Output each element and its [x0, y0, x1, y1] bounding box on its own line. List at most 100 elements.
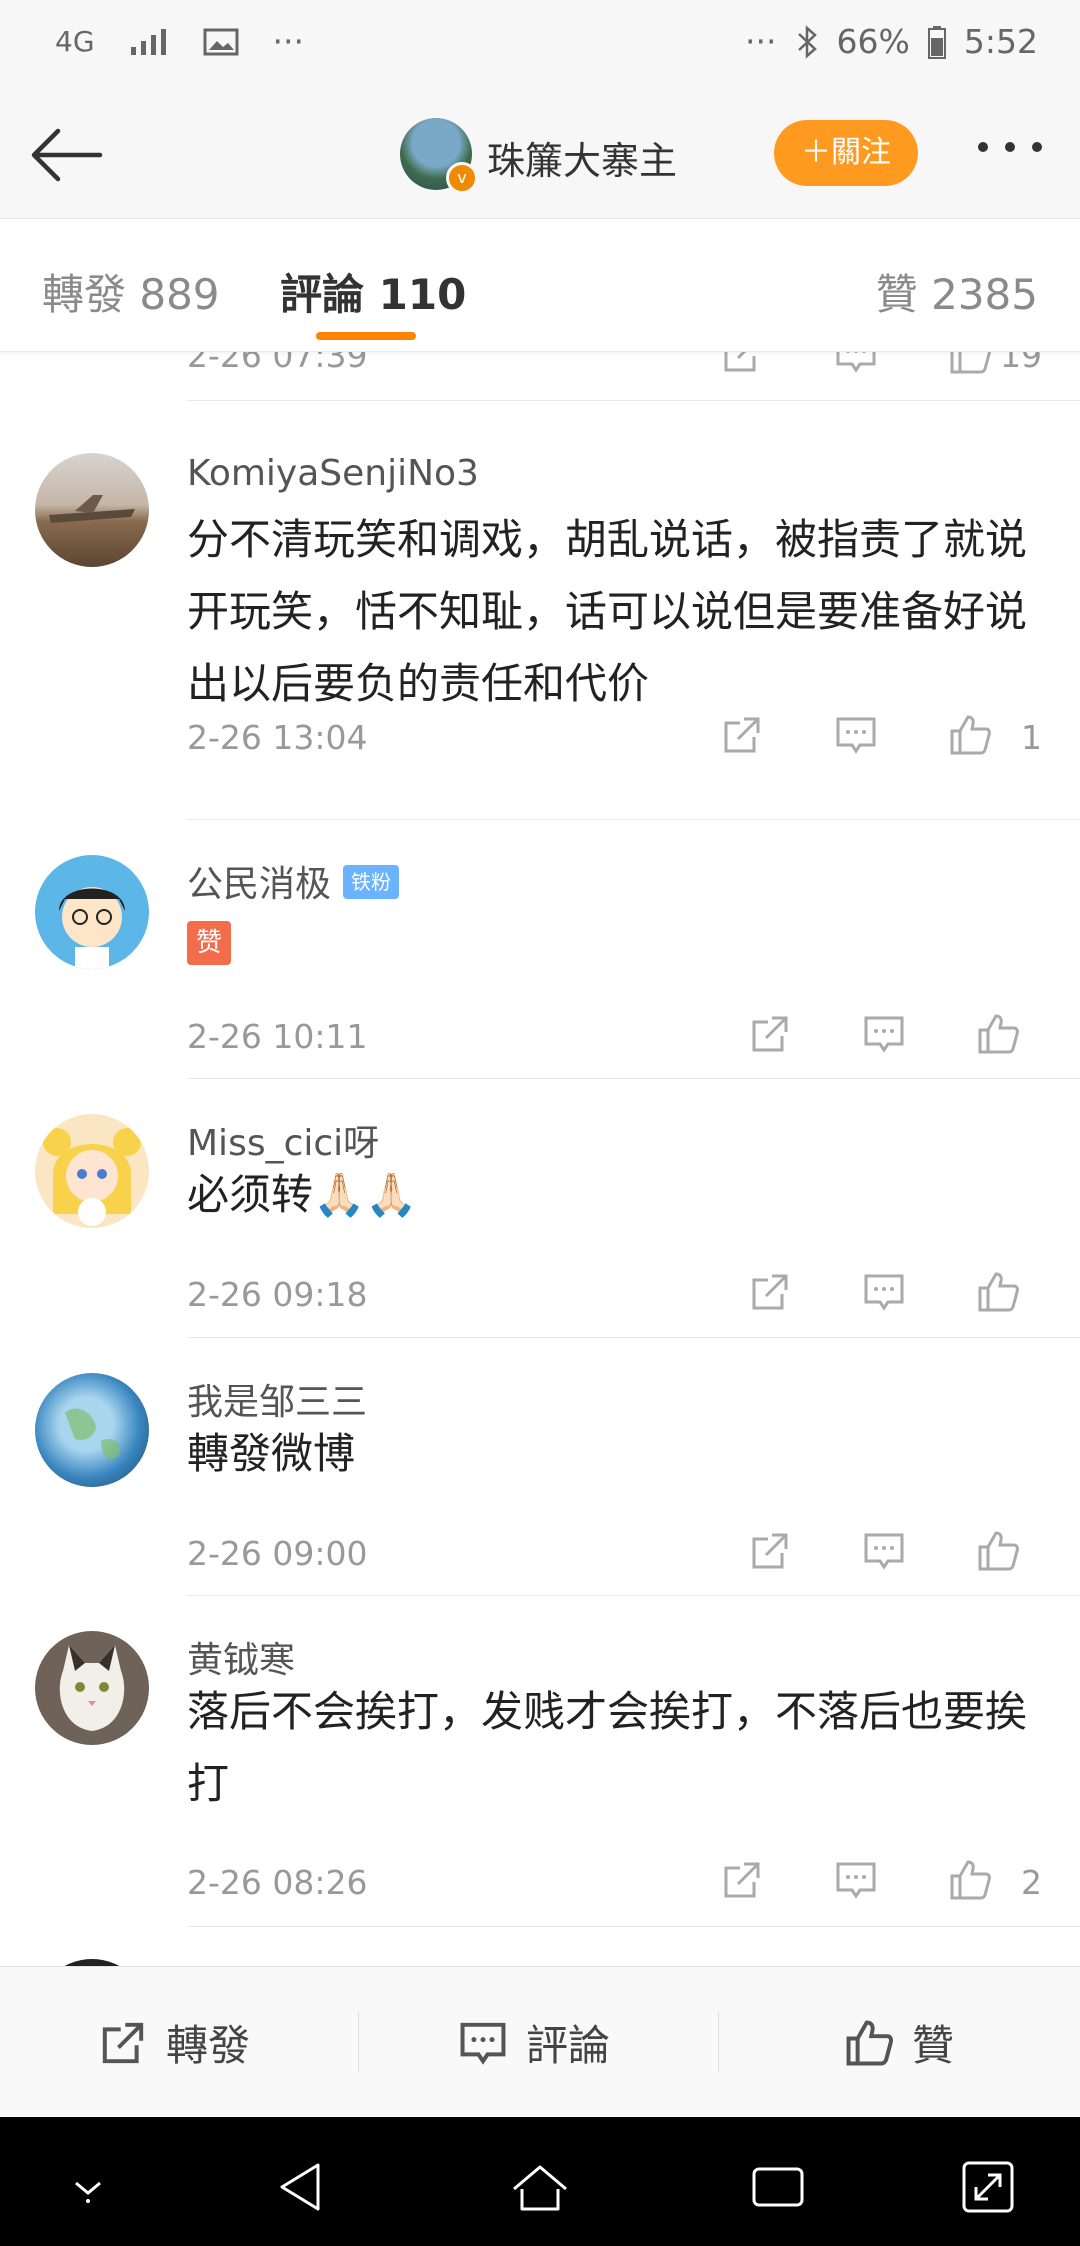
comment-time: 2-26 10:11	[187, 1017, 368, 1056]
username-text: 公民消极	[187, 864, 332, 905]
comment-icon[interactable]	[862, 1270, 906, 1314]
user-avatar-partial	[35, 1959, 149, 1966]
comment-icon	[460, 2022, 506, 2065]
comment-list[interactable]: 2-26 07:39 19 KomiyaSenjiNo3 分不清玩笑和调戏，胡乱…	[0, 351, 1080, 1966]
comment-actions	[720, 1529, 1080, 1579]
image-icon	[203, 27, 239, 57]
comment-item: 黄钺寒 落后不会挨打，发贱才会挨打，不落后也要挨打 2-26 08:26 2	[0, 1596, 1080, 1927]
author-name[interactable]: 珠簾大寨主	[487, 130, 677, 185]
comment-time: 2-26 09:18	[187, 1275, 368, 1314]
repost-icon[interactable]	[720, 713, 764, 757]
more-dot-icon	[978, 142, 988, 152]
separator	[718, 2012, 719, 2072]
comment-username[interactable]: KomiyaSenjiNo3	[187, 453, 479, 494]
separator	[358, 2012, 359, 2072]
nav-back-icon[interactable]	[272, 2157, 332, 2217]
fan-badge: 铁粉	[343, 865, 400, 899]
nav-home-icon[interactable]	[510, 2157, 570, 2217]
battery-percent: 66%	[836, 22, 910, 61]
repost-icon[interactable]	[720, 1858, 764, 1902]
anime-girl-icon	[43, 1128, 141, 1226]
like-label: 贊	[912, 2021, 955, 2070]
user-avatar[interactable]	[35, 1114, 149, 1228]
back-button[interactable]	[28, 120, 108, 190]
comment-icon[interactable]	[834, 713, 878, 757]
comment-content: 必须转🙏🏻🙏🏻	[187, 1170, 418, 1219]
user-avatar[interactable]	[35, 1631, 149, 1745]
like-icon[interactable]	[948, 1858, 992, 1902]
zan-emoji-icon: 赞	[187, 921, 231, 965]
notification-dots: ···	[272, 22, 304, 61]
like-button[interactable]: 贊	[844, 1967, 954, 2118]
tab-bar: 轉發 889 評論 110 贊 2385	[0, 219, 1080, 352]
like-count: 2	[1021, 1863, 1042, 1902]
comment-item-partial: 2-26 07:39 19	[0, 351, 1080, 416]
repost-icon[interactable]	[720, 351, 764, 376]
comment-actions	[720, 1012, 1080, 1062]
like-count: 19	[1000, 351, 1042, 375]
repost-icon[interactable]	[748, 1270, 792, 1314]
like-icon	[846, 2020, 893, 2065]
tab-comments[interactable]: 評論 110	[280, 261, 466, 322]
status-bar: 4G ··· ··· 66% 5:52	[0, 0, 1080, 92]
comment-item: Miss_cici呀 必须转🙏🏻🙏🏻 2-26 09:18	[0, 1079, 1080, 1338]
bluetooth-icon	[795, 24, 819, 59]
user-avatar[interactable]	[35, 453, 149, 567]
user-avatar[interactable]	[35, 1373, 149, 1487]
more-dot-icon	[1005, 142, 1015, 152]
comment-content: 分不清玩笑和调戏，胡乱说话，被指责了就说开玩笑，恬不知耻，话可以说但是要准备好说…	[187, 515, 1028, 708]
like-icon[interactable]	[948, 351, 992, 376]
comment-icon[interactable]	[834, 1858, 878, 1902]
comment-label: 評論	[526, 2021, 611, 2070]
comment-divider	[187, 1926, 1080, 1927]
comment-icon[interactable]	[862, 1529, 906, 1573]
back-arrow-icon	[31, 128, 103, 182]
follow-button[interactable]: ＋關注	[774, 120, 918, 186]
comment-item: KomiyaSenjiNo3 分不清玩笑和调戏，胡乱说话，被指责了就说开玩笑，恬…	[0, 416, 1080, 821]
system-navigation-bar	[0, 2117, 1080, 2246]
screen-rotate-icon[interactable]	[958, 2157, 1018, 2217]
comment-icon[interactable]	[834, 351, 878, 376]
comment-content: 赞	[187, 901, 1047, 973]
comment-button[interactable]: 評論	[458, 1967, 610, 2118]
user-avatar[interactable]	[35, 855, 149, 969]
active-tab-indicator	[316, 332, 416, 340]
repost-button[interactable]: 轉發	[98, 1967, 250, 2118]
repost-icon[interactable]	[748, 1529, 792, 1573]
tab-likes[interactable]: 贊 2385	[876, 261, 1038, 322]
more-status-dots: ···	[745, 22, 777, 61]
comment-username[interactable]: 公民消极 铁粉	[187, 855, 400, 907]
comment-icon[interactable]	[862, 1012, 906, 1056]
comment-content: 落后不会挨打，发贱才会挨打，不落后也要挨打	[187, 1687, 1028, 1808]
like-icon[interactable]	[976, 1270, 1020, 1314]
network-indicator: 4G	[55, 25, 95, 58]
comment-item: 我是邹三三 轉發微博 2-26 09:00	[0, 1338, 1080, 1596]
comment-divider	[187, 819, 1080, 820]
cartoon-face-icon	[59, 887, 125, 969]
clock: 5:52	[963, 22, 1038, 61]
tab-reposts[interactable]: 轉發 889	[42, 261, 220, 322]
comment-actions	[720, 1270, 1080, 1320]
comment-time: 2-26 09:00	[187, 1534, 368, 1573]
comment-content: 轉發微博	[187, 1429, 356, 1478]
comment-time: 2-26 07:39	[187, 351, 368, 375]
battery-icon	[927, 25, 946, 59]
bottom-action-bar: 轉發 評論 贊	[0, 1966, 1080, 2118]
comment-divider	[187, 400, 1080, 401]
more-menu-button[interactable]	[978, 142, 1042, 152]
repost-icon	[102, 2022, 144, 2063]
comment-item: 公民消极 铁粉 赞 2-26 10:11	[0, 821, 1080, 1079]
top-nav-bar: v 珠簾大寨主 ＋關注	[0, 92, 1080, 219]
hide-keyboard-icon[interactable]	[58, 2157, 118, 2217]
like-icon[interactable]	[976, 1012, 1020, 1056]
cat-icon	[59, 1645, 125, 1731]
signal-icon	[129, 27, 169, 57]
like-icon[interactable]	[948, 713, 992, 757]
comment-time: 2-26 08:26	[187, 1863, 368, 1902]
globe-icon	[65, 1408, 120, 1459]
more-dot-icon	[1032, 142, 1042, 152]
author-avatar[interactable]: v	[400, 118, 478, 194]
nav-recents-icon[interactable]	[748, 2157, 808, 2217]
like-icon[interactable]	[976, 1529, 1020, 1573]
repost-icon[interactable]	[748, 1012, 792, 1056]
